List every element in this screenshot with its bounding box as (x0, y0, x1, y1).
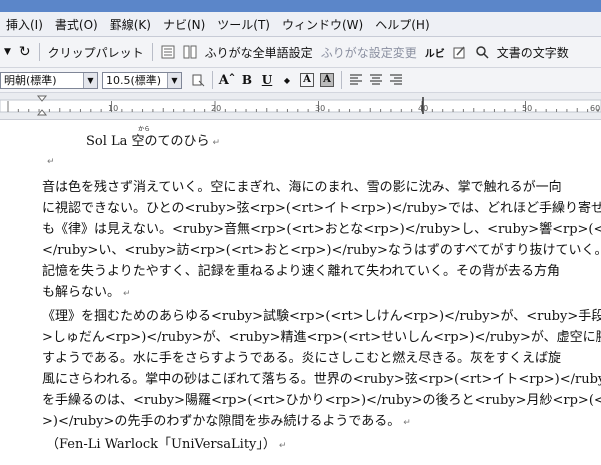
columns-view-icon[interactable] (179, 41, 201, 63)
body-line: >しゅだん<rp>)</ruby>が、<ruby>精進<rp>(<rt>せいしん… (42, 330, 601, 345)
ruby-edit-icon[interactable] (449, 41, 471, 63)
empty-paragraph-mark: ↵ (44, 153, 55, 168)
menu-help[interactable]: ヘルプ(H) (369, 16, 435, 33)
paragraph-mark-icon: ↵ (278, 441, 287, 451)
bold-button[interactable]: B (238, 71, 256, 89)
body-line: 音は色を残さず消えていく。空にまぎれ、海にのまれ、雪の影に沈み、掌で触れるが一向 (42, 180, 562, 195)
body-line-end: も解らない。 ↵ (42, 281, 131, 300)
body-line: </ruby>い、<ruby>訪<rp>(<rt>おと<rp>)</ruby>な… (42, 243, 601, 258)
ruler-label: 30 (315, 104, 326, 113)
paragraph-mark-icon: ↵ (47, 157, 55, 167)
body-line: も解らない。 (42, 285, 121, 300)
heading-ruby: から (138, 126, 151, 133)
list-view-icon[interactable] (157, 41, 179, 63)
ruler-label: 20 (211, 104, 222, 113)
menu-insert[interactable]: 挿入(I) (0, 16, 49, 33)
ruby-button[interactable]: ルビ (421, 41, 449, 63)
standard-toolbar: ▼ ↻ クリップパレット ふりがな全単語設定 ふりがな設定変更 ルビ 文書の文字… (0, 37, 601, 68)
attribution-text: （Fen-Li Warlock「UniVersaLity」） (46, 437, 276, 452)
menu-borders[interactable]: 罫線(K) (104, 16, 157, 33)
ruler-ticks (0, 95, 601, 116)
ruler-label: 60 (590, 104, 601, 113)
body-line: 風にさらわれる。掌中の砂はこぼれて落ちる。世界の<ruby>弦<rp>(<rt>… (42, 372, 601, 387)
toolbar-separator (38, 43, 40, 61)
body-line: 記憶を失うよりたやすく、記録を重ねるより速く離れて失われていく。その背が去る方角 (42, 264, 561, 279)
bullet-icon[interactable]: ◆ (278, 71, 296, 89)
chevron-down-icon[interactable]: ▼ (167, 72, 181, 88)
paragraph-mark-icon: ↵ (123, 289, 131, 299)
menu-window[interactable]: ウィンドウ(W) (276, 16, 369, 33)
shaded-a-label: A (320, 73, 334, 87)
body-line: >)</ruby>の先手のわずかな隙間を歩み続けるようである。 (42, 414, 401, 429)
align-center-icon[interactable] (367, 71, 385, 89)
clip-palette-button[interactable]: クリップパレット (44, 41, 148, 63)
font-name-value: 明朝(標準) (4, 74, 57, 87)
attribution-line: （Fen-Li Warlock「UniVersaLity」） ↵ (46, 433, 286, 452)
body-line-end: >)</ruby>の先手のわずかな隙間を歩み続けるようである。 ↵ (42, 410, 411, 429)
paragraph-mark-icon: ↵ (212, 138, 221, 148)
furigana-all-words-button[interactable]: ふりがな全単語設定 (201, 41, 317, 63)
font-name-select[interactable]: 明朝(標準) ▼ (0, 71, 98, 89)
body-line: に視認できない。ひとの<ruby>弦<rp>(<rt>イト<rp>)</ruby… (42, 201, 601, 216)
font-size-increase-icon[interactable]: Aˆ (218, 71, 236, 89)
align-left-icon[interactable] (347, 71, 365, 89)
align-right-icon[interactable] (387, 71, 405, 89)
toolbar-separator (151, 43, 153, 61)
ruler-label: 10 (108, 104, 119, 113)
menu-navi[interactable]: ナビ(N) (157, 16, 211, 33)
document-area[interactable]: から Sol La 空のてのひら ↵ ↵ 音は色を残さず消えていく。空にまぎれ、海… (0, 120, 601, 465)
chevron-down-icon[interactable]: ▼ (83, 72, 97, 88)
body-line: も《律》は見えない。<ruby>音無<rp>(<rt>おとな<rp>)</rub… (42, 222, 601, 237)
body-line: 《理》を掴むためのあらゆる<ruby>試験<rp>(<rt>しけん<rp>)</… (42, 309, 601, 324)
menu-format[interactable]: 書式(O) (49, 16, 104, 33)
body-line: を手繰るのは、<ruby>陽羅<rp>(<rt>ひかり<rp>)</ruby>の… (42, 393, 601, 408)
toolbar-separator (341, 71, 342, 89)
paragraph-mark-icon: ↵ (403, 418, 411, 428)
menu-bar: 挿入(I) 書式(O) 罫線(K) ナビ(N) ツール(T) ウィンドウ(W) … (0, 12, 601, 37)
shaded-a-button[interactable]: A (318, 71, 336, 89)
format-toolbar: 明朝(標準) ▼ 10.5(標準) ▼ Aˆ B U ◆ A A (0, 68, 601, 93)
font-size-select[interactable]: 10.5(標準) ▼ (102, 71, 182, 89)
search-icon[interactable] (471, 41, 493, 63)
redo-icon[interactable]: ↻ (15, 41, 35, 63)
document-heading: から Sol La 空のてのひら ↵ (86, 126, 221, 149)
underline-button[interactable]: U (258, 71, 276, 89)
window-title-strip (0, 0, 601, 12)
toolbar-separator (212, 71, 213, 89)
char-count-button[interactable]: 文書の文字数 (493, 41, 573, 63)
body-line: すようである。水に手をさらすようである。炎にさしこむと燃え尽きる。灰をすくえば旋 (42, 351, 561, 366)
font-size-value: 10.5(標準) (106, 74, 162, 87)
boxed-a-label: A (300, 73, 314, 87)
ruler-label: 40 (418, 104, 429, 113)
menu-tools[interactable]: ツール(T) (211, 16, 276, 33)
ruler-label: 50 (522, 104, 533, 113)
heading-text: Sol La 空のてのひら (86, 134, 210, 149)
horizontal-ruler[interactable]: 10 20 30 40 50 60 (0, 93, 601, 120)
boxed-a-button[interactable]: A (298, 71, 316, 89)
format-painter-icon[interactable] (189, 71, 207, 89)
furigana-change-button[interactable]: ふりがな設定変更 (317, 41, 421, 63)
dropdown-arrow-icon[interactable]: ▼ (0, 41, 15, 63)
